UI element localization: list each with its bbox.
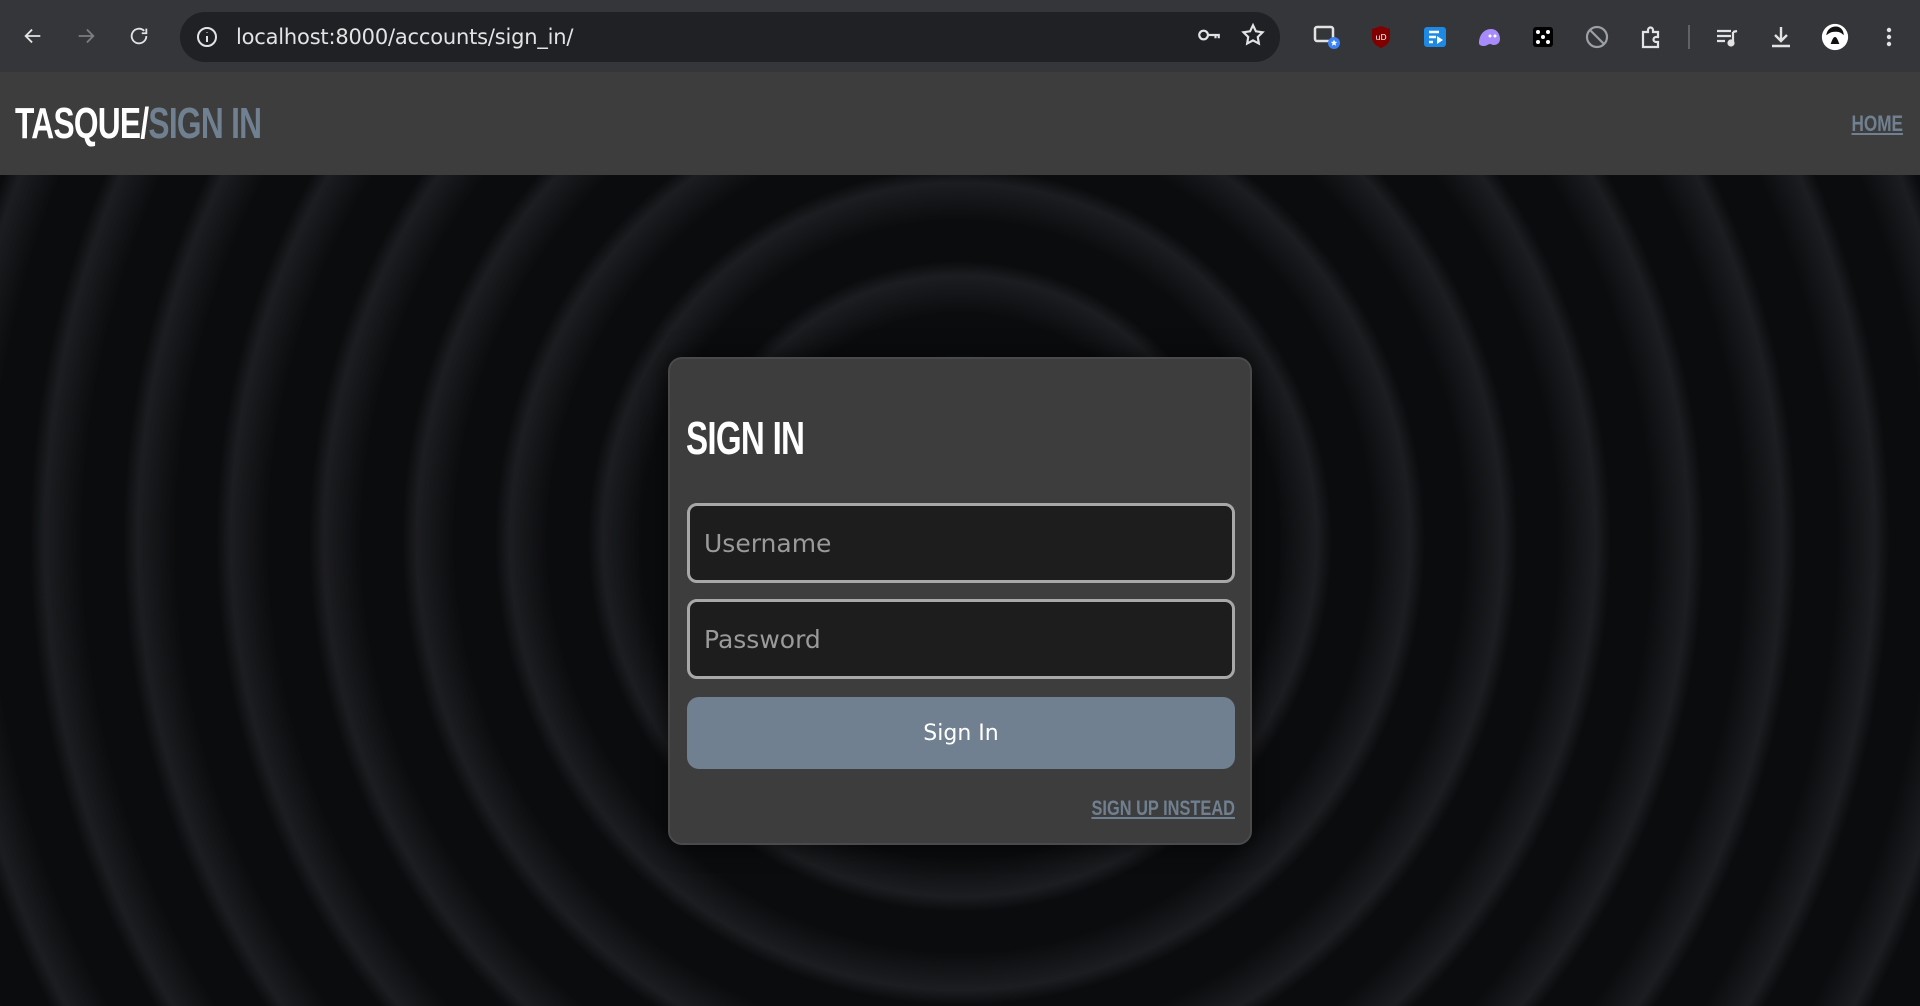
form-title: SIGN IN (686, 412, 805, 464)
media-playlist-icon[interactable] (1700, 12, 1754, 62)
ublock-origin-icon[interactable]: uD (1354, 12, 1408, 62)
address-bar[interactable]: localhost:8000/accounts/sign_in/ (180, 12, 1280, 62)
site-header: TASQUE/SIGN IN HOME (0, 72, 1920, 175)
extensions-puzzle-icon[interactable] (1624, 12, 1678, 62)
brand-page-name: SIGN IN (148, 98, 262, 148)
forward-arrow-icon[interactable] (66, 16, 106, 56)
sign-in-button[interactable]: Sign In (687, 697, 1235, 769)
downloads-icon[interactable] (1754, 12, 1808, 62)
password-input[interactable] (687, 599, 1235, 679)
toolbar-divider (1688, 25, 1690, 49)
username-input[interactable] (687, 503, 1235, 583)
bookmark-star-icon[interactable] (1240, 22, 1266, 53)
password-key-icon[interactable] (1196, 22, 1222, 53)
ghost-extension-icon[interactable] (1462, 12, 1516, 62)
reload-icon[interactable] (119, 16, 159, 56)
home-link[interactable]: HOME (1852, 111, 1903, 137)
brand-primary: TASQUE/ (15, 98, 149, 148)
dice-extension-icon[interactable] (1516, 12, 1570, 62)
more-menu-icon[interactable] (1862, 12, 1916, 62)
site-brand[interactable]: TASQUE/SIGN IN (15, 98, 262, 149)
svg-text:uD: uD (1375, 33, 1386, 42)
sign-up-link[interactable]: SIGN UP INSTEAD (1091, 797, 1235, 821)
profile-avatar-icon[interactable] (1808, 12, 1862, 62)
browser-toolbar: localhost:8000/accounts/sign_in/ uD (0, 0, 1920, 72)
back-arrow-icon[interactable] (13, 16, 53, 56)
screen-cast-icon[interactable] (1300, 12, 1354, 62)
url-text[interactable]: localhost:8000/accounts/sign_in/ (236, 25, 573, 49)
blocked-icon[interactable] (1570, 12, 1624, 62)
sign-in-card: SIGN IN Sign In SIGN UP INSTEAD (668, 357, 1252, 845)
flash-extension-icon[interactable] (1408, 12, 1462, 62)
site-info-icon[interactable] (192, 22, 222, 52)
